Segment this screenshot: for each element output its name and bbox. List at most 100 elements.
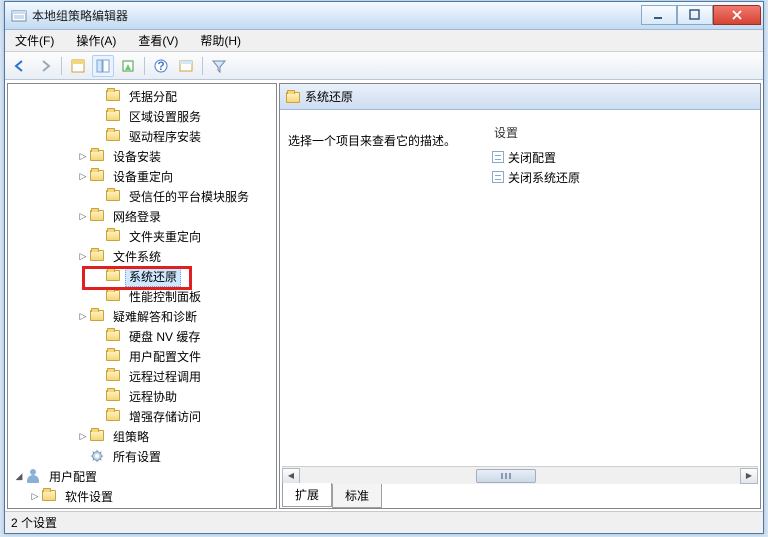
tree-node[interactable]: ▷软件设置 [8,486,276,506]
expander-icon [92,349,106,363]
scroll-thumb[interactable] [476,469,536,483]
gear-icon [90,449,106,463]
svg-text:?: ? [157,59,164,73]
folder-icon [106,189,122,203]
tree-node[interactable]: ▷文件系统 [8,246,276,266]
tree-node[interactable]: ▷组策略 [8,426,276,446]
tree-pane[interactable]: 凭据分配区域设置服务驱动程序安装▷设备安装▷设备重定向受信任的平台模块服务 ▷ 网络… [7,83,277,509]
tree-node-label: 区域设置服务 [125,106,205,127]
user-icon [26,469,42,483]
tree-node-label: 网络登录 [109,206,165,227]
folder-icon [90,149,106,163]
expander-icon [92,409,106,423]
tree-node[interactable]: 驱动程序安装 [8,126,276,146]
titlebar[interactable]: 本地组策略编辑器 [5,2,763,30]
tree-node[interactable]: 远程协助 [8,386,276,406]
folder-icon [90,169,106,183]
setting-row[interactable]: 关闭配置 [488,147,752,167]
expander-icon[interactable]: ▷ [76,309,90,323]
folder-icon [106,349,122,363]
expander-icon[interactable]: ▷ [76,249,90,263]
expander-icon [92,189,106,203]
help-button[interactable]: ? [150,55,172,77]
expander-icon [92,129,106,143]
folder-icon [106,409,122,423]
expander-icon [76,449,90,463]
tab-extended[interactable]: 扩展 [282,483,332,507]
tree-node[interactable]: ▷设备重定向 [8,166,276,186]
tree-node-label: 性能控制面板 [125,286,205,307]
folder-icon [90,429,106,443]
maximize-button[interactable] [677,5,713,25]
scroll-track[interactable] [300,468,740,484]
folder-icon [106,229,122,243]
menu-action[interactable]: 操作(A) [70,30,122,51]
folder-icon [106,329,122,343]
tree-node[interactable]: ◢用户配置 [8,466,276,486]
forward-button[interactable] [34,55,56,77]
window-title: 本地组策略编辑器 [32,7,641,24]
tree-node-label: 远程协助 [125,386,181,407]
scroll-right-button[interactable]: ▶ [740,468,758,484]
menu-file[interactable]: 文件(F) [9,30,60,51]
statusbar: 2 个设置 [5,511,763,533]
tree-node[interactable]: ▷ 疑难解答和诊断 [8,306,276,326]
tree-node[interactable]: 文件夹重定向 [8,226,276,246]
setting-label: 关闭配置 [508,149,556,166]
expander-icon[interactable]: ◢ [12,469,26,483]
expander-icon [92,109,106,123]
expander-icon[interactable]: ▷ [76,209,90,223]
expander-icon[interactable]: ▷ [28,489,42,503]
settings-list: 设置 关闭配置关闭系统还原 [488,118,752,458]
folder-icon [106,129,122,143]
toolbar: ? [5,52,763,80]
status-text: 2 个设置 [11,514,57,531]
tree-node[interactable]: 系统还原 [8,266,276,286]
tree-node-label: 硬盘 NV 缓存 [125,326,204,347]
export-button[interactable] [117,55,139,77]
folder-icon [106,289,122,303]
filter-button[interactable] [208,55,230,77]
folder-icon [106,269,122,283]
minimize-button[interactable] [641,5,677,25]
show-hide-button[interactable] [92,55,114,77]
tree-node[interactable]: 受信任的平台模块服务 [8,186,276,206]
content-area: 凭据分配区域设置服务驱动程序安装▷设备安装▷设备重定向受信任的平台模块服务 ▷ 网络… [5,80,763,511]
folder-icon [90,249,106,263]
expander-icon [92,89,106,103]
properties-button[interactable] [67,55,89,77]
setting-row[interactable]: 关闭系统还原 [488,167,752,187]
expander-icon[interactable]: ▷ [76,169,90,183]
tree-node-label: 用户配置文件 [125,346,205,367]
view-button[interactable] [175,55,197,77]
folder-icon [90,309,106,323]
menu-help[interactable]: 帮助(H) [194,30,247,51]
tree-node-label: 文件夹重定向 [125,226,205,247]
tree-node[interactable]: 用户配置文件 [8,346,276,366]
folder-icon [106,109,122,123]
tree-node[interactable]: ▷ 网络登录 [8,206,276,226]
tree-node[interactable]: 性能控制面板 [8,286,276,306]
tree-node[interactable]: 凭据分配 [8,86,276,106]
back-button[interactable] [9,55,31,77]
tree-node-label: 驱动程序安装 [125,126,205,147]
tree-node[interactable]: ▷设备安装 [8,146,276,166]
tree-node[interactable]: 增强存储访问 [8,406,276,426]
expander-icon[interactable]: ▷ [76,429,90,443]
horizontal-scrollbar[interactable]: ◀ ▶ [282,466,758,484]
tree-node[interactable]: 硬盘 NV 缓存 [8,326,276,346]
tab-standard[interactable]: 标准 [332,484,382,508]
tree-node[interactable]: 远程过程调用 [8,366,276,386]
tree-node[interactable]: 所有设置 [8,446,276,466]
column-header-setting[interactable]: 设置 [488,118,752,147]
close-button[interactable] [713,5,761,25]
main-window: 本地组策略编辑器 文件(F) 操作(A) 查看(V) 帮助(H) ? 凭据分配区… [4,1,764,534]
tree-node[interactable]: 区域设置服务 [8,106,276,126]
expander-icon [92,369,106,383]
tree-node-label: 疑难解答和诊断 [109,306,201,327]
setting-icon [492,171,504,183]
expander-icon[interactable]: ▷ [76,149,90,163]
expander-icon [92,289,106,303]
scroll-left-button[interactable]: ◀ [282,468,300,484]
menu-view[interactable]: 查看(V) [132,30,184,51]
